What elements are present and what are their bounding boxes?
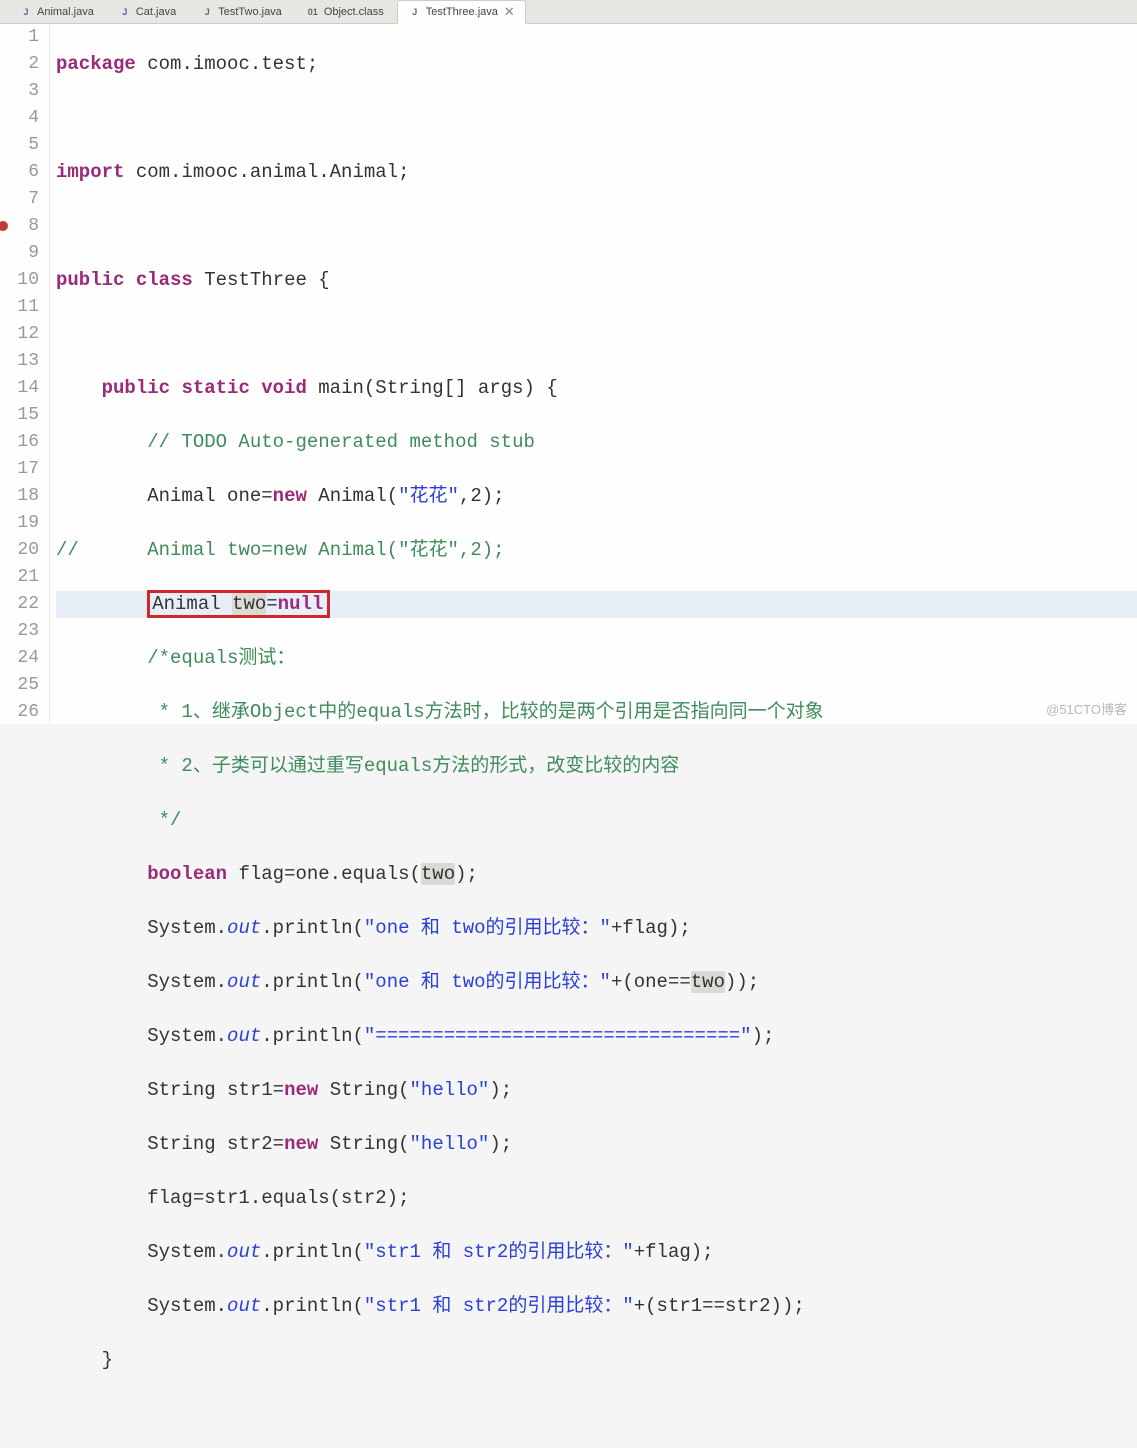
code-line: public static void main(String[] args) { bbox=[56, 375, 1137, 402]
line-number: 18 bbox=[0, 483, 39, 510]
code-line: * 2、子类可以通过重写equals方法的形式，改变比较的内容 bbox=[56, 753, 1137, 780]
line-number: 3 bbox=[0, 78, 39, 105]
line-number: 25 bbox=[0, 672, 39, 699]
code-line bbox=[56, 321, 1137, 348]
line-gutter: 1 2 3 4 5 6 7 8 9 10 11 12 13 14 15 16 1… bbox=[0, 24, 50, 724]
line-number: 26 bbox=[0, 699, 39, 726]
code-line: // TODO Auto-generated method stub bbox=[56, 429, 1137, 456]
java-file-icon: J bbox=[200, 5, 214, 19]
tab-animal[interactable]: J Animal.java bbox=[8, 1, 105, 23]
line-number: 7 bbox=[0, 186, 39, 213]
red-highlight-box: Animal two=null bbox=[147, 590, 330, 618]
line-number: 1 bbox=[0, 24, 39, 51]
tab-testtwo[interactable]: J TestTwo.java bbox=[189, 1, 293, 23]
line-number: 11 bbox=[0, 294, 39, 321]
line-number: 22 bbox=[0, 591, 39, 618]
code-pane[interactable]: package com.imooc.test; import com.imooc… bbox=[50, 24, 1137, 724]
tab-label: Object.class bbox=[324, 6, 384, 18]
code-line: Animal one=new Animal("花花",2); bbox=[56, 483, 1137, 510]
tab-label: Cat.java bbox=[136, 6, 176, 18]
line-number: 10 bbox=[0, 267, 39, 294]
code-line: public class TestThree { bbox=[56, 267, 1137, 294]
line-number-error: 8 bbox=[0, 213, 39, 240]
line-number: 16 bbox=[0, 429, 39, 456]
close-icon[interactable]: ✕ bbox=[504, 4, 515, 20]
tab-cat[interactable]: J Cat.java bbox=[107, 1, 187, 23]
watermark: @51CTO博客 bbox=[1046, 699, 1127, 718]
code-line: // Animal two=new Animal("花花",2); bbox=[56, 537, 1137, 564]
java-file-icon: J bbox=[408, 5, 422, 19]
code-line bbox=[56, 1401, 1137, 1428]
tab-object[interactable]: 01 Object.class bbox=[295, 1, 395, 23]
tab-label: TestTwo.java bbox=[218, 6, 282, 18]
line-number: 5 bbox=[0, 132, 39, 159]
line-number: 13 bbox=[0, 348, 39, 375]
line-number: 4 bbox=[0, 105, 39, 132]
code-line: */ bbox=[56, 807, 1137, 834]
code-line-highlight: Animal two=null bbox=[56, 591, 1137, 618]
line-number: 15 bbox=[0, 402, 39, 429]
code-line bbox=[56, 105, 1137, 132]
line-number: 17 bbox=[0, 456, 39, 483]
code-line: String str1=new String("hello"); bbox=[56, 1077, 1137, 1104]
code-line bbox=[56, 213, 1137, 240]
tab-testthree[interactable]: J TestThree.java ✕ bbox=[397, 0, 526, 24]
line-number: 21 bbox=[0, 564, 39, 591]
code-line: * 1、继承Object中的equals方法时，比较的是两个引用是否指向同一个对… bbox=[56, 699, 1137, 726]
tab-label: Animal.java bbox=[37, 6, 94, 18]
code-line: package com.imooc.test; bbox=[56, 51, 1137, 78]
code-line: System.out.println("one 和 two的引用比较："+(on… bbox=[56, 969, 1137, 996]
code-line: String str2=new String("hello"); bbox=[56, 1131, 1137, 1158]
line-number: 9 bbox=[0, 240, 39, 267]
java-file-icon: J bbox=[19, 5, 33, 19]
line-number: 6 bbox=[0, 159, 39, 186]
code-line: import com.imooc.animal.Animal; bbox=[56, 159, 1137, 186]
code-line: System.out.println("one 和 two的引用比较："+fla… bbox=[56, 915, 1137, 942]
class-file-icon: 01 bbox=[306, 5, 320, 19]
code-line: flag=str1.equals(str2); bbox=[56, 1185, 1137, 1212]
code-line: System.out.println("====================… bbox=[56, 1023, 1137, 1050]
code-line: System.out.println("str1 和 str2的引用比较："+f… bbox=[56, 1239, 1137, 1266]
line-number: 14 bbox=[0, 375, 39, 402]
tab-label: TestThree.java bbox=[426, 6, 498, 18]
line-number: 20 bbox=[0, 537, 39, 564]
code-line: } bbox=[56, 1347, 1137, 1374]
code-editor[interactable]: 1 2 3 4 5 6 7 8 9 10 11 12 13 14 15 16 1… bbox=[0, 24, 1137, 724]
line-number: 2 bbox=[0, 51, 39, 78]
java-file-icon: J bbox=[118, 5, 132, 19]
line-number: 23 bbox=[0, 618, 39, 645]
line-number: 19 bbox=[0, 510, 39, 537]
line-number: 12 bbox=[0, 321, 39, 348]
code-line: /*equals测试： bbox=[56, 645, 1137, 672]
line-number: 24 bbox=[0, 645, 39, 672]
code-line: System.out.println("str1 和 str2的引用比较："+(… bbox=[56, 1293, 1137, 1320]
code-line: boolean flag=one.equals(two); bbox=[56, 861, 1137, 888]
tab-bar: J Animal.java J Cat.java J TestTwo.java 01 O… bbox=[0, 0, 1137, 24]
